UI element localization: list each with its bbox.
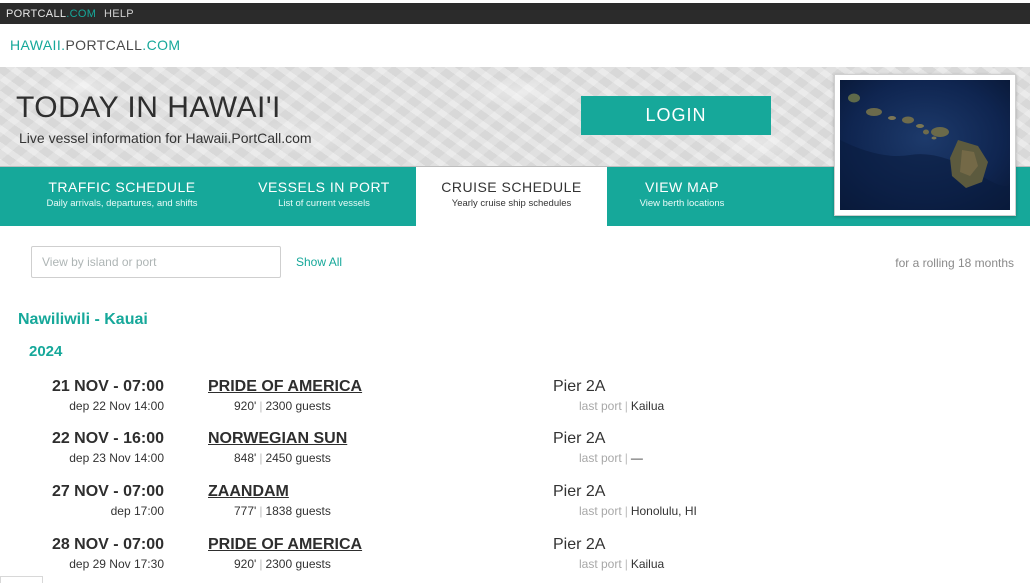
- tab-vessels-in-port[interactable]: VESSELS IN PORT List of current vessels: [240, 167, 408, 226]
- ship-length: 920': [234, 557, 257, 571]
- ship-guests: 2300 guests: [265, 399, 331, 413]
- pier-name: Pier 2A: [553, 430, 606, 447]
- last-port-label: last port: [579, 504, 622, 518]
- rolling-period-note: for a rolling 18 months: [895, 256, 1014, 270]
- divider: |: [624, 451, 628, 465]
- hawaii-satellite-image: [840, 80, 1010, 210]
- tab-traffic-schedule[interactable]: TRAFFIC SCHEDULE Daily arrivals, departu…: [22, 167, 222, 226]
- arrival-datetime: 21 NOV - 07:00: [51, 378, 164, 395]
- last-port: last port | Kailua: [579, 399, 664, 413]
- bottom-corner-tab: [0, 576, 43, 583]
- arrival-datetime: 22 NOV - 16:00: [51, 430, 164, 447]
- last-port-label: last port: [579, 557, 622, 571]
- tab-title: VIEW MAP: [644, 179, 719, 195]
- departure-datetime: dep 17:00: [110, 504, 164, 518]
- ship-name-link[interactable]: ZAANDAM: [208, 483, 289, 501]
- top-bar: PORTCALL.COM HELP: [0, 0, 1030, 25]
- portcall-link-domain: .COM: [66, 8, 97, 20]
- last-port-value: —: [630, 451, 643, 465]
- pier-name: Pier 2A: [553, 378, 606, 395]
- brand-suffix: .COM: [142, 37, 181, 53]
- ship-specs: 777' | 1838 guests: [234, 504, 331, 518]
- tab-subtitle: Daily arrivals, departures, and shifts: [46, 198, 198, 209]
- last-port-label: last port: [579, 451, 622, 465]
- port-heading: Nawiliwili - Kauai: [18, 311, 148, 328]
- help-link[interactable]: HELP: [104, 8, 134, 20]
- pier-name: Pier 2A: [553, 483, 606, 500]
- portcall-link[interactable]: PORTCALL.COM: [6, 8, 96, 20]
- last-port: last port | Kailua: [579, 557, 664, 571]
- last-port-label: last port: [579, 399, 622, 413]
- tab-title: VESSELS IN PORT: [258, 179, 390, 195]
- top-bar-strip: PORTCALL.COM HELP: [0, 3, 1030, 24]
- schedule-row: 21 NOV - 07:00 dep 22 Nov 14:00 PRIDE OF…: [0, 378, 1030, 431]
- page-subtitle: Live vessel information for Hawaii.PortC…: [19, 130, 312, 146]
- page-title: TODAY IN HAWAI'I: [16, 91, 281, 124]
- tab-title: TRAFFIC SCHEDULE: [48, 179, 196, 195]
- ship-name-link[interactable]: PRIDE OF AMERICA: [208, 536, 362, 554]
- tab-subtitle: List of current vessels: [278, 198, 370, 209]
- last-port-value: Kailua: [630, 557, 665, 571]
- arrival-datetime: 27 NOV - 07:00: [51, 483, 164, 500]
- schedule-row: 28 NOV - 07:00 dep 29 Nov 17:30 PRIDE OF…: [0, 536, 1030, 583]
- ship-specs: 920' | 2300 guests: [234, 399, 331, 413]
- arrival-datetime: 28 NOV - 07:00: [51, 536, 164, 553]
- portcall-link-text: PORTCALL: [6, 8, 67, 20]
- last-port: last port | —: [579, 451, 643, 465]
- last-port: last port | Honolulu, HI: [579, 504, 697, 518]
- ship-name-link[interactable]: NORWEGIAN SUN: [208, 430, 347, 448]
- tab-view-map[interactable]: VIEW MAP View berth locations: [616, 167, 748, 226]
- schedule-row: 22 NOV - 16:00 dep 23 Nov 14:00 NORWEGIA…: [0, 430, 1030, 483]
- schedule-row: 27 NOV - 07:00 dep 17:00 ZAANDAM 777' | 18…: [0, 483, 1030, 536]
- departure-datetime: dep 23 Nov 14:00: [69, 451, 164, 465]
- divider: |: [624, 557, 628, 571]
- last-port-value: Kailua: [630, 399, 665, 413]
- show-all-link[interactable]: Show All: [296, 255, 342, 269]
- year-heading: 2024: [29, 343, 63, 360]
- pier-name: Pier 2A: [553, 536, 606, 553]
- brand-middle: PORTCALL: [65, 37, 143, 53]
- ship-length: 777': [234, 504, 257, 518]
- tab-subtitle: View berth locations: [639, 198, 725, 209]
- login-button[interactable]: LOGIN: [581, 96, 771, 135]
- island-port-search-input[interactable]: [31, 246, 281, 278]
- brand-prefix: HAWAII.: [10, 37, 66, 53]
- divider: |: [624, 399, 628, 413]
- ship-length: 920': [234, 399, 257, 413]
- ship-guests: 1838 guests: [265, 504, 331, 518]
- ship-length: 848': [234, 451, 257, 465]
- tab-cruise-schedule[interactable]: CRUISE SCHEDULE Yearly cruise ship sched…: [416, 167, 607, 226]
- brand-row: HAWAII.PORTCALL.COM: [0, 25, 1030, 67]
- ship-specs: 848' | 2450 guests: [234, 451, 331, 465]
- ship-guests: 2450 guests: [265, 451, 331, 465]
- site-logo-link[interactable]: HAWAII.PORTCALL.COM: [10, 37, 180, 53]
- tab-subtitle: Yearly cruise ship schedules: [451, 198, 572, 209]
- last-port-value: Honolulu, HI: [630, 504, 697, 518]
- tab-title: CRUISE SCHEDULE: [441, 179, 582, 195]
- departure-datetime: dep 29 Nov 17:30: [69, 557, 164, 571]
- divider: |: [624, 504, 628, 518]
- ship-name-link[interactable]: PRIDE OF AMERICA: [208, 378, 362, 396]
- ship-guests: 2300 guests: [265, 557, 331, 571]
- ship-specs: 920' | 2300 guests: [234, 557, 331, 571]
- hawaii-map-thumbnail[interactable]: [834, 74, 1016, 216]
- departure-datetime: dep 22 Nov 14:00: [69, 399, 164, 413]
